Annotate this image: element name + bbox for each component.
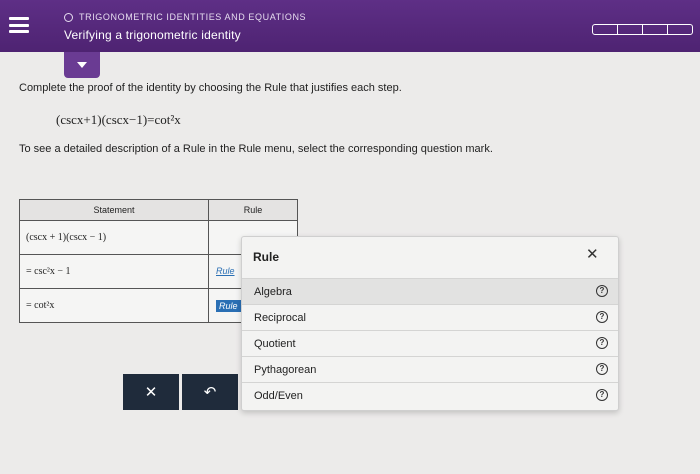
rule-option-pythagorean[interactable]: Pythagorean ? (242, 356, 618, 382)
close-icon[interactable]: ✕ (586, 245, 599, 263)
rule-option-odd-even[interactable]: Odd/Even ? (242, 382, 618, 408)
clear-button[interactable]: ✕ (123, 374, 179, 410)
statement-cell: = csc²x − 1 (19, 254, 209, 289)
section-title: TRIGONOMETRIC IDENTITIES AND EQUATIONS (64, 12, 306, 22)
top-bar: TRIGONOMETRIC IDENTITIES AND EQUATIONS V… (0, 0, 700, 52)
instruction-text-help: To see a detailed description of a Rule … (19, 143, 493, 155)
action-buttons: ✕ ↶ (123, 374, 238, 410)
menu-icon[interactable] (9, 17, 29, 33)
rule-header: Rule (208, 199, 298, 221)
question-mark-icon[interactable]: ? (596, 285, 608, 297)
circle-icon (64, 12, 73, 22)
topic-title: Verifying a trigonometric identity (64, 28, 241, 42)
instruction-text: Complete the proof of the identity by ch… (19, 82, 402, 94)
identity-expression: (cscx+1)(cscx−1)=cot²x (56, 112, 181, 127)
statement-cell: = cot²x (19, 288, 209, 323)
question-mark-icon[interactable]: ? (596, 363, 608, 375)
statement-header: Statement (19, 199, 209, 221)
rule-link[interactable]: Rule (210, 266, 235, 276)
progress-indicator (592, 24, 693, 35)
question-mark-icon[interactable]: ? (596, 389, 608, 401)
rule-menu-title: Rule (253, 250, 280, 264)
rule-link-selected[interactable]: Rule (216, 299, 241, 312)
collapse-toggle-button[interactable] (64, 52, 100, 78)
question-mark-icon[interactable]: ? (596, 337, 608, 349)
section-label: TRIGONOMETRIC IDENTITIES AND EQUATIONS (79, 12, 307, 22)
undo-button[interactable]: ↶ (182, 374, 238, 410)
rule-option-quotient[interactable]: Quotient ? (242, 330, 618, 356)
rule-option-reciprocal[interactable]: Reciprocal ? (242, 304, 618, 330)
question-mark-icon[interactable]: ? (596, 311, 608, 323)
statement-cell: (cscx + 1)(cscx − 1) (19, 220, 209, 255)
rule-menu: Rule ✕ Algebra ? Reciprocal ? Quotient ?… (241, 236, 619, 411)
rule-option-algebra[interactable]: Algebra ? (242, 278, 618, 304)
chevron-down-icon (77, 62, 87, 68)
